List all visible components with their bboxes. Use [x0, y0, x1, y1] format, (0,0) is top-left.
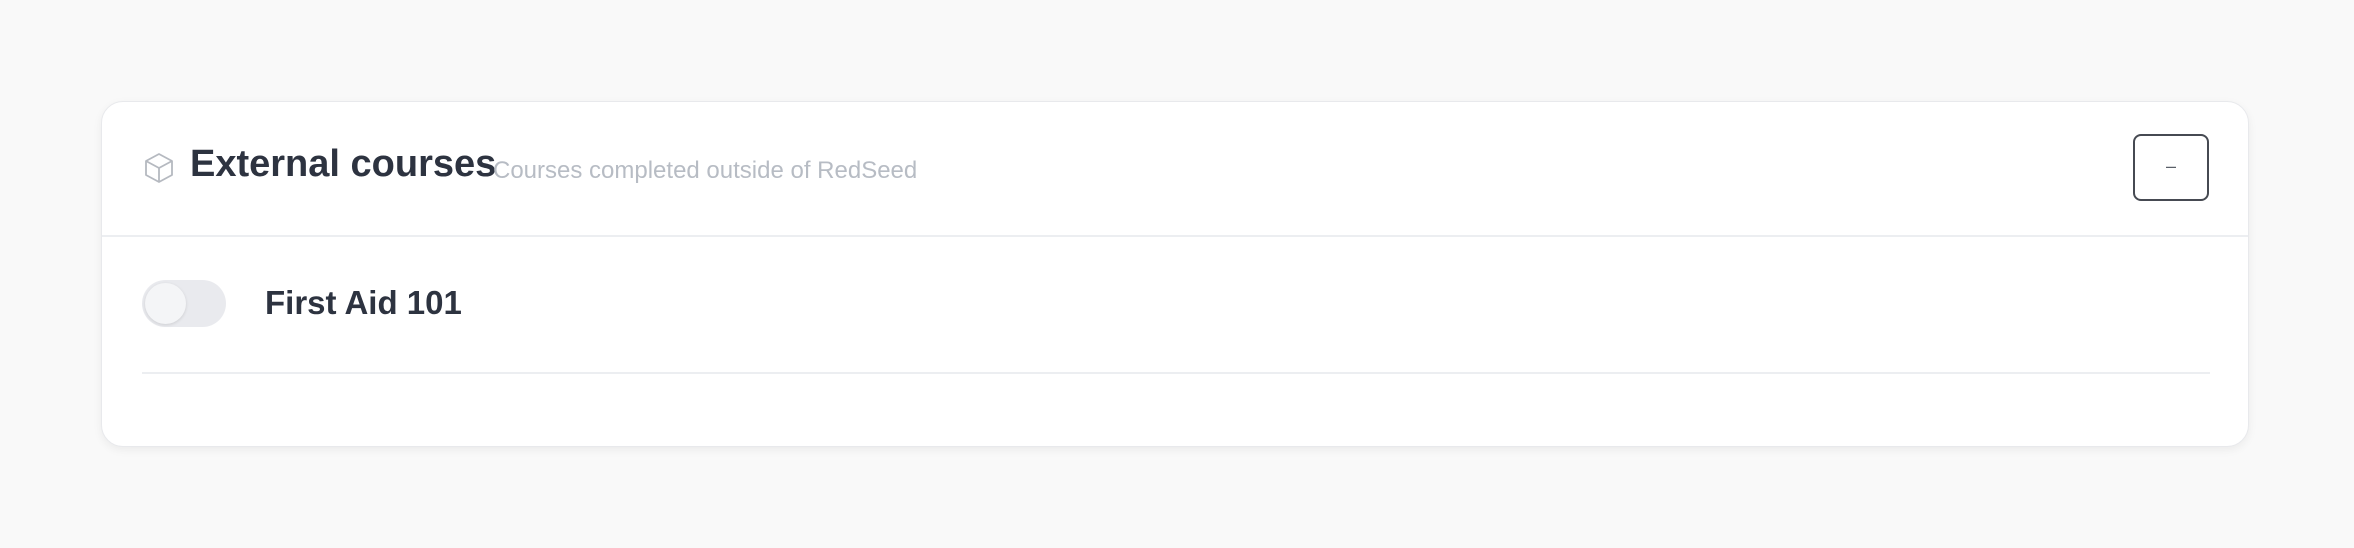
card-header: External courses Courses completed outsi…	[102, 102, 2248, 237]
card-title: External courses	[190, 143, 497, 185]
toggle-knob	[145, 283, 186, 324]
collapse-button[interactable]: –	[2133, 134, 2209, 201]
course-row: First Aid 101	[142, 237, 2210, 374]
card-subtitle: Courses completed outside of RedSeed	[493, 157, 918, 184]
course-toggle[interactable]	[142, 280, 226, 327]
external-courses-card: External courses Courses completed outsi…	[101, 101, 2249, 447]
course-label: First Aid 101	[265, 284, 462, 321]
cube-icon	[142, 151, 176, 185]
